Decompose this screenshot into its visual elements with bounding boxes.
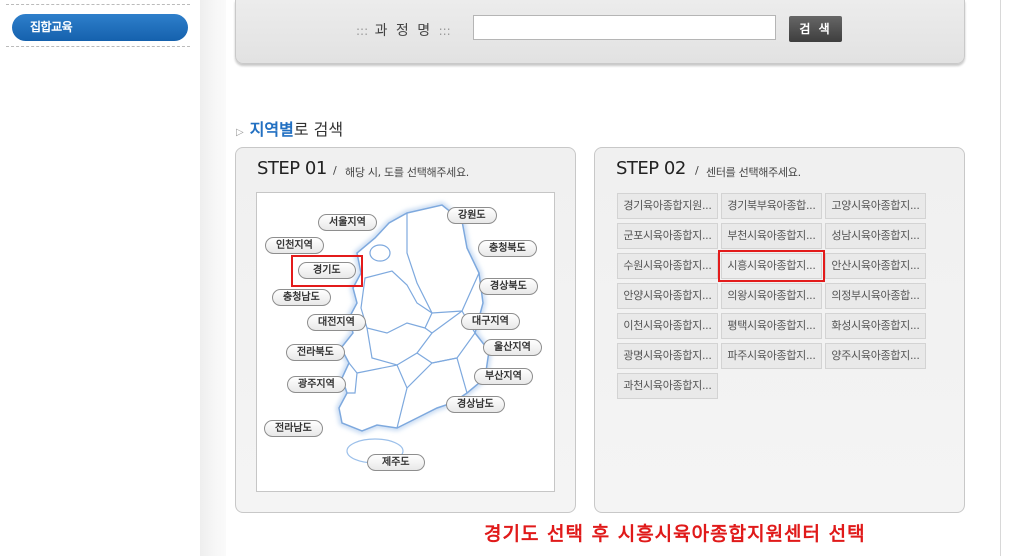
seoul-area [369,244,391,262]
region-ulsan[interactable]: 울산지역 [483,339,542,356]
region-gwangju[interactable]: 광주지역 [287,376,346,393]
sidebar-divider [6,46,190,47]
step2-title: STEP 02 [616,158,686,179]
center-button[interactable]: 경기육아종합지원... [617,193,718,219]
left-sidebar: 집합교육 [0,0,200,556]
center-button[interactable]: 고양시육아종합지... [825,193,926,219]
center-button[interactable]: 양주시육아종합지... [825,343,926,369]
center-button[interactable]: 부천시육아종합지... [721,223,822,249]
center-button[interactable]: 안산시육아종합지... [825,253,926,279]
region-daejeon[interactable]: 대전지역 [307,314,366,331]
step1-separator: / [333,164,337,177]
content-gutter [200,0,226,556]
center-button[interactable]: 의정부시육아종합... [825,283,926,309]
center-button[interactable]: 평택시육아종합지... [721,313,822,339]
region-chungnam[interactable]: 충청남도 [272,289,331,306]
step2-description: 센터를 선택해주세요. [706,166,801,179]
bullet-icon: ▷ [236,127,244,138]
selected-center-highlight [718,250,825,282]
region-gyeongbuk[interactable]: 경상북도 [479,278,538,295]
region-jeonnam[interactable]: 전라남도 [264,420,323,437]
content-right-border [1000,0,1001,556]
center-button[interactable]: 성남시육아종합지... [825,223,926,249]
region-jeonbuk[interactable]: 전라북도 [286,344,345,361]
course-name-input[interactable] [473,15,776,40]
region-daegu[interactable]: 대구지역 [461,313,520,330]
heading-highlight: 지역별 [249,120,294,139]
center-button[interactable]: 수원시육아종합지... [617,253,718,279]
course-name-label: ::: 과 정 명 ::: [356,20,451,40]
course-name-text: 과 정 명 [374,23,433,39]
region-chungbuk[interactable]: 충청북도 [478,240,537,257]
step2-separator: / [695,164,699,177]
sidebar-item-group-education[interactable]: 집합교육 [12,14,188,41]
center-button[interactable]: 파주시육아종합지... [721,343,822,369]
selected-region-highlight [291,255,363,287]
instruction-caption: 경기도 선택 후 시흥시육아종합지원센터 선택 [484,523,866,545]
step1-title: STEP 01 [257,158,327,179]
center-button[interactable]: 과천시육아종합지... [617,373,718,399]
sidebar-divider [6,4,190,5]
heading-rest: 로 검색 [293,120,344,139]
region-seoul[interactable]: 서울지역 [318,214,377,231]
search-button[interactable]: 검 색 [789,16,842,42]
center-button[interactable]: 이천시육아종합지... [617,313,718,339]
label-deco-right: ::: [438,24,451,38]
region-gyeongnam[interactable]: 경상남도 [446,396,505,413]
label-deco-left: ::: [356,24,369,38]
center-button[interactable]: 군포시육아종합지... [617,223,718,249]
region-incheon[interactable]: 인천지역 [265,237,324,254]
region-gangwon[interactable]: 강원도 [447,207,497,224]
center-button[interactable]: 광명시육아종합지... [617,343,718,369]
center-button[interactable]: 화성시육아종합지... [825,313,926,339]
region-jeju[interactable]: 제주도 [367,454,425,471]
region-busan[interactable]: 부산지역 [474,368,533,385]
step1-description: 해당 시, 도를 선택해주세요. [345,166,470,179]
section-heading: ▷ 지역별로 검색 [236,116,343,140]
center-button[interactable]: 의왕시육아종합지... [721,283,822,309]
center-button[interactable]: 경기북부육아종합... [721,193,822,219]
center-button[interactable]: 안양시육아종합지... [617,283,718,309]
